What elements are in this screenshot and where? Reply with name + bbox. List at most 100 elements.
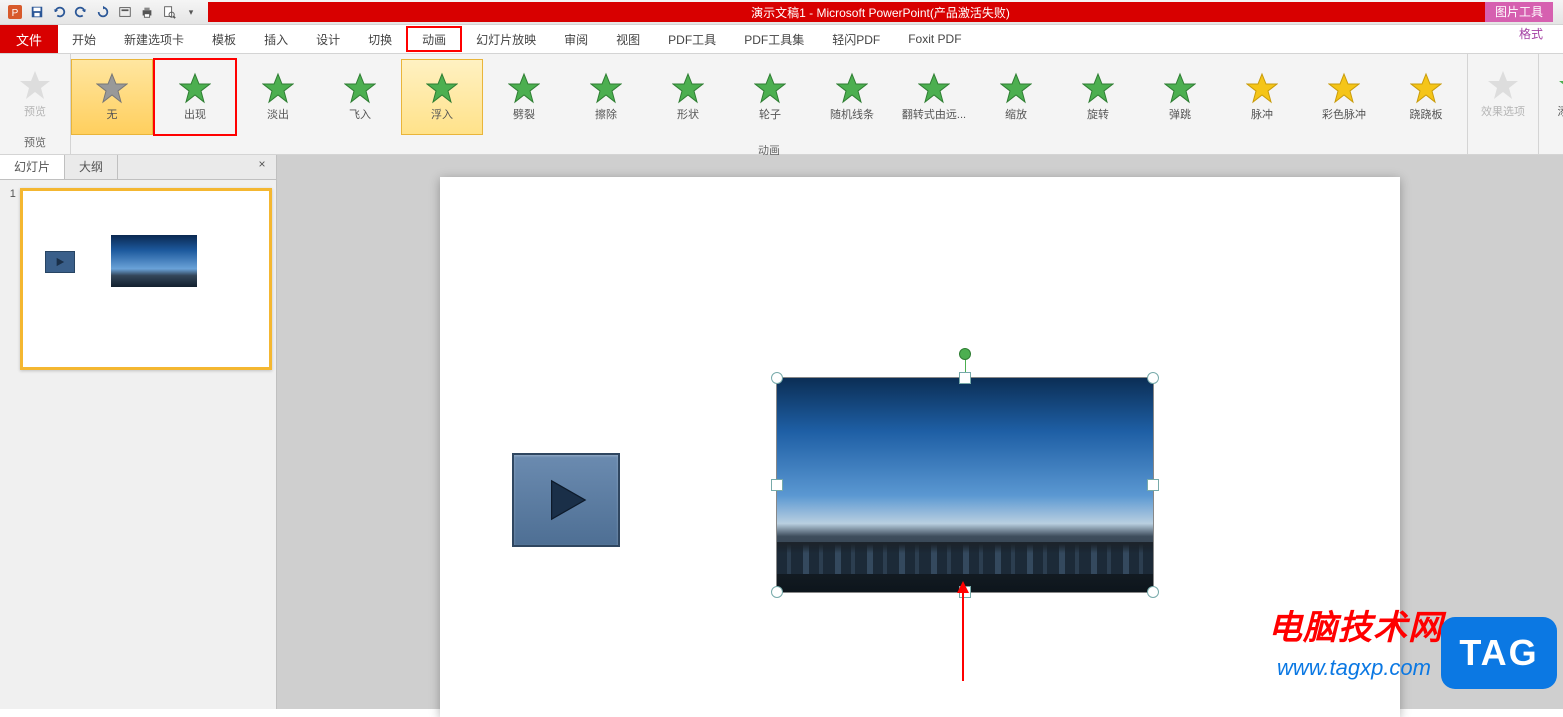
tab-animations[interactable]: 动画 [406, 26, 462, 52]
selected-image[interactable] [776, 377, 1154, 593]
star-icon [754, 72, 786, 104]
animation-item-7[interactable]: 形状 [647, 59, 729, 135]
effect-options-label: 效果选项 [1481, 103, 1525, 119]
animation-label: 形状 [677, 106, 699, 122]
save-icon[interactable] [28, 3, 46, 21]
star-icon [1328, 72, 1360, 104]
animation-item-10[interactable]: 翻转式由远... [893, 59, 975, 135]
resize-handle-br[interactable] [1147, 586, 1159, 598]
star-icon [672, 72, 704, 104]
slide-canvas-area: 电脑技术网 www.tagxp.com TAG [277, 155, 1563, 709]
tab-insert[interactable]: 插入 [250, 25, 302, 53]
animation-item-8[interactable]: 轮子 [729, 59, 811, 135]
star-icon [344, 72, 376, 104]
tab-slideshow[interactable]: 幻灯片放映 [462, 25, 550, 53]
add-animation-button[interactable]: + 添加动 [1545, 56, 1563, 132]
animation-item-5[interactable]: 劈裂 [483, 59, 565, 135]
star-icon [590, 72, 622, 104]
play-trigger-shape[interactable] [512, 453, 620, 547]
preview-label: 预览 [24, 103, 46, 119]
slide[interactable] [440, 177, 1400, 717]
animation-label: 彩色脉冲 [1322, 106, 1366, 122]
animation-label: 缩放 [1005, 106, 1027, 122]
animation-label: 旋转 [1087, 106, 1109, 122]
print-icon[interactable] [138, 3, 156, 21]
thumbnail-item[interactable]: 1 [4, 188, 272, 370]
thumbnail-play-icon [45, 251, 75, 273]
sidebar-close-icon[interactable]: × [254, 157, 270, 173]
animation-label: 弹跳 [1169, 106, 1191, 122]
tab-transitions[interactable]: 切换 [354, 25, 406, 53]
ribbon-group-effect-options: 效果选项 [1467, 54, 1539, 154]
tab-template[interactable]: 模板 [198, 25, 250, 53]
main-area: 幻灯片 大纲 × 1 [0, 155, 1563, 709]
animation-item-2[interactable]: 淡出 [237, 59, 319, 135]
undo-icon[interactable] [50, 3, 68, 21]
resize-handle-ml[interactable] [771, 479, 783, 491]
ribbon-tabs: 文件 开始 新建选项卡 模板 插入 设计 切换 动画 幻灯片放映 审阅 视图 P… [0, 25, 1563, 54]
animation-item-6[interactable]: 擦除 [565, 59, 647, 135]
thumbnail-number: 1 [4, 188, 16, 200]
star-icon [1410, 72, 1442, 104]
tab-pdf-tools[interactable]: PDF工具 [654, 25, 730, 53]
title-bar: 演示文稿1 - Microsoft PowerPoint(产品激活失败) 图片工… [208, 2, 1553, 22]
sidebar-tab-outline[interactable]: 大纲 [65, 155, 118, 179]
tab-pdf-toolset[interactable]: PDF工具集 [730, 25, 818, 53]
animation-item-0[interactable]: 无 [71, 59, 153, 135]
tab-review[interactable]: 审阅 [550, 25, 602, 53]
effect-options-button[interactable]: 效果选项 [1474, 56, 1532, 132]
resize-handle-tl[interactable] [771, 372, 783, 384]
animation-item-15[interactable]: 彩色脉冲 [1303, 59, 1385, 135]
sidebar-tab-slides[interactable]: 幻灯片 [0, 155, 65, 179]
animation-item-12[interactable]: 旋转 [1057, 59, 1139, 135]
resize-handle-bl[interactable] [771, 586, 783, 598]
new-slide-icon[interactable] [116, 3, 134, 21]
tab-foxit-pdf[interactable]: Foxit PDF [894, 25, 975, 53]
animation-label: 随机线条 [830, 106, 874, 122]
animation-item-11[interactable]: 缩放 [975, 59, 1057, 135]
animation-item-13[interactable]: 弹跳 [1139, 59, 1221, 135]
animation-item-1[interactable]: 出现 [153, 58, 237, 136]
ribbon-group-preview: 预览 预览 [0, 54, 71, 154]
rotation-handle[interactable] [959, 348, 971, 360]
thumbnail-slide-1[interactable] [20, 188, 272, 370]
animation-item-9[interactable]: 随机线条 [811, 59, 893, 135]
tab-format[interactable]: 格式 [1499, 25, 1563, 42]
star-icon [1000, 72, 1032, 104]
watermark-text: 电脑技术网 [1268, 600, 1443, 649]
sidebar-tabs: 幻灯片 大纲 × [0, 155, 276, 180]
animation-item-4[interactable]: 浮入 [401, 59, 483, 135]
redo-icon[interactable] [72, 3, 90, 21]
animation-label: 飞入 [349, 106, 371, 122]
resize-handle-tr[interactable] [1147, 372, 1159, 384]
tab-new[interactable]: 新建选项卡 [110, 25, 198, 53]
slides-sidebar: 幻灯片 大纲 × 1 [0, 155, 277, 709]
file-tab[interactable]: 文件 [0, 25, 58, 53]
preview-button[interactable]: 预览 [6, 56, 64, 132]
window-title: 演示文稿1 - Microsoft PowerPoint(产品激活失败) [751, 4, 1010, 21]
animation-item-3[interactable]: 飞入 [319, 59, 401, 135]
print-preview-icon[interactable] [160, 3, 178, 21]
refresh-icon[interactable] [94, 3, 112, 21]
animation-label: 跷跷板 [1410, 106, 1443, 122]
preview-group-label: 预览 [6, 132, 64, 152]
tab-light-pdf[interactable]: 轻闪PDF [818, 25, 894, 53]
animation-item-16[interactable]: 跷跷板 [1385, 59, 1467, 135]
animation-label: 脉冲 [1251, 106, 1273, 122]
star-icon [262, 72, 294, 104]
animation-label: 翻转式由远... [902, 106, 966, 122]
resize-handle-tc[interactable] [959, 372, 971, 384]
star-icon [508, 72, 540, 104]
tab-view[interactable]: 视图 [602, 25, 654, 53]
customize-qat-icon[interactable]: ▾ [182, 3, 200, 21]
star-icon [836, 72, 868, 104]
star-icon [96, 72, 128, 104]
animation-item-14[interactable]: 脉冲 [1221, 59, 1303, 135]
resize-handle-mr[interactable] [1147, 479, 1159, 491]
animation-label: 擦除 [595, 106, 617, 122]
animation-row: 无出现淡出飞入 浮入劈裂擦除 形状 轮子随机线条 翻转式由远... 缩放 旋转 弹跳 脉冲 彩色脉… [71, 54, 1467, 140]
star-icon [426, 72, 458, 104]
contextual-tab-picture-tools[interactable]: 图片工具 [1485, 2, 1553, 22]
tab-design[interactable]: 设计 [302, 25, 354, 53]
tab-home[interactable]: 开始 [58, 25, 110, 53]
